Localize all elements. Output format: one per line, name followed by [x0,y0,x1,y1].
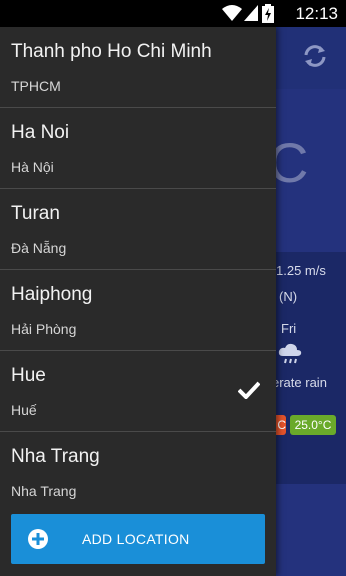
weather-condition: erate rain [272,375,327,390]
add-location-label: ADD LOCATION [82,531,190,547]
status-icons [222,4,286,23]
location-subtitle: Đà Nẵng [11,240,67,256]
location-subtitle: Hà Nội [11,159,54,175]
location-subtitle: Hải Phòng [11,321,77,337]
add-circle-icon [28,529,48,549]
battery-icon [262,4,274,23]
location-name: Thanh pho Ho Chi Minh [11,41,212,62]
checkmark-icon [238,381,260,399]
location-name: Hue [11,365,46,386]
wind-speed: 1.25 m/s [276,263,326,278]
signal-icon [244,5,258,21]
location-name: Nha Trang [11,446,100,467]
status-time: 12:13 [295,4,338,23]
location-subtitle: TPHCM [11,78,61,94]
location-name: Ha Noi [11,122,70,143]
location-item[interactable]: Haiphong Hải Phòng [0,270,276,351]
forecast-day: Fri [281,321,297,336]
temp-badge-low: 25.0°C [290,415,336,435]
status-bar: 12:13 [0,0,346,27]
location-subtitle: Huế [11,402,37,418]
location-item[interactable]: Turan Đà Nẵng [0,189,276,270]
location-name: Haiphong [11,284,93,305]
location-item-selected[interactable]: Hue Huế [0,351,276,432]
wifi-icon [222,5,242,21]
wind-direction: (N) [279,289,298,304]
rain-cloud-icon [278,343,302,364]
location-item[interactable]: Thanh pho Ho Chi Minh TPHCM [0,27,276,108]
location-item[interactable]: Nha Trang Nha Trang [0,432,276,512]
location-subtitle: Nha Trang [11,483,77,499]
refresh-icon[interactable] [302,43,328,69]
location-drawer: Thanh pho Ho Chi Minh TPHCM Ha Noi Hà Nộ… [0,27,276,576]
add-location-button[interactable]: ADD LOCATION [11,514,265,564]
location-item[interactable]: Ha Noi Hà Nội [0,108,276,189]
location-name: Turan [11,203,60,224]
